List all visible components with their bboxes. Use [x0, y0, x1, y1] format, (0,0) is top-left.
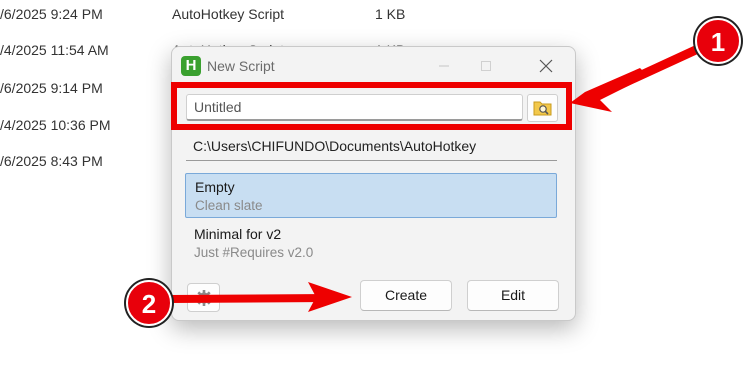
- step-badge-1: 1: [695, 18, 741, 64]
- annotation-arrows: [164, 43, 705, 312]
- arrow-1: [570, 43, 705, 112]
- step-badge-2: 2: [126, 280, 172, 326]
- arrow-2: [164, 282, 352, 312]
